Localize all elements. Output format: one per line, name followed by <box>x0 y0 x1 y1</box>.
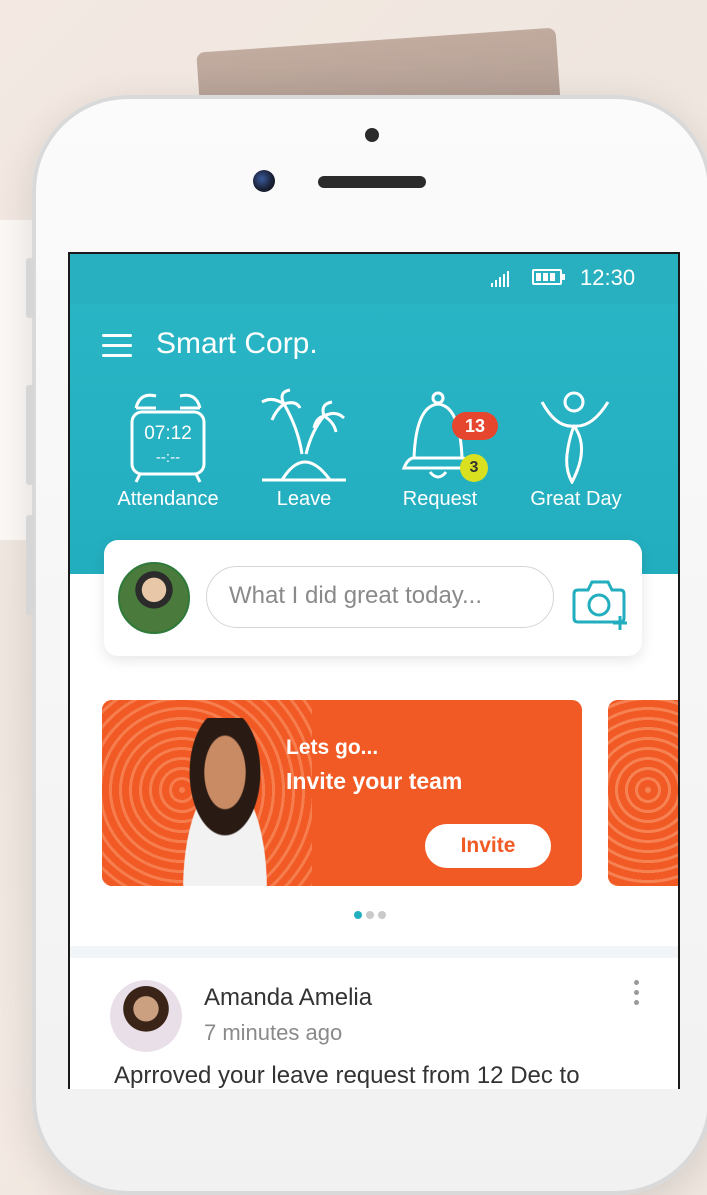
invite-banner[interactable]: Lets go... Invite your team Invite <box>102 700 582 886</box>
status-time: 12:30 <box>580 265 636 290</box>
carousel-dot[interactable] <box>354 911 362 919</box>
avatar[interactable] <box>110 980 182 1052</box>
app-screen: 12:30 Smart Corp. 07:12 --:-- Attendance <box>68 252 680 1089</box>
quick-action-great-day[interactable]: Great Day <box>506 388 646 511</box>
palm-tree-island-icon <box>261 388 346 482</box>
section-divider <box>70 946 678 958</box>
quick-action-leave[interactable]: Leave <box>234 388 374 511</box>
phone-volume-down <box>26 515 34 615</box>
quick-action-label: Great Day <box>530 488 622 510</box>
battery-icon <box>532 269 565 285</box>
phone-volume-up <box>26 385 34 485</box>
carousel-dot[interactable] <box>366 911 374 919</box>
phone-mute-switch <box>26 258 34 318</box>
banner-line2: Invite your team <box>286 768 463 794</box>
hamburger-menu-icon[interactable] <box>102 334 132 357</box>
more-options-icon[interactable] <box>634 980 640 1010</box>
quick-action-label: Request <box>402 488 478 510</box>
request-badge-count: 13 <box>452 412 498 440</box>
clock-time: 07:12 <box>144 423 192 444</box>
alarm-clock-icon: 07:12 --:-- <box>130 393 206 483</box>
front-camera <box>253 170 275 192</box>
feed-time: 7 minutes ago <box>204 1020 343 1045</box>
status-post-card: What I did great today... <box>104 540 642 656</box>
carousel-indicator <box>354 911 386 919</box>
avatar[interactable] <box>118 562 190 634</box>
quick-action-request[interactable]: Request <box>370 388 510 511</box>
phone-sensor <box>365 128 379 142</box>
quick-action-attendance[interactable]: 07:12 --:-- Attendance <box>98 388 238 511</box>
request-badge-pending: 3 <box>460 454 488 482</box>
clock-sub: --:-- <box>156 449 180 466</box>
status-bar: 12:30 <box>70 254 678 304</box>
feed-text: Aprroved your leave request from 12 Dec … <box>114 1062 580 1089</box>
banner-photo <box>160 718 290 886</box>
mandala-pattern <box>608 700 678 886</box>
status-input[interactable]: What I did great today... <box>206 566 554 628</box>
app-title: Smart Corp. <box>156 327 318 360</box>
quick-action-label: Attendance <box>117 488 219 510</box>
cheering-person-icon <box>540 391 610 484</box>
carousel-dot[interactable] <box>378 911 386 919</box>
banner-line1: Lets go... <box>286 736 379 759</box>
app-header: 12:30 Smart Corp. 07:12 --:-- Attendance <box>70 254 678 574</box>
quick-action-label: Leave <box>276 488 332 510</box>
feed-author[interactable]: Amanda Amelia <box>204 984 372 1012</box>
add-photo-icon[interactable] <box>570 570 630 630</box>
invite-button[interactable]: Invite <box>425 824 551 868</box>
signal-icon <box>491 271 509 287</box>
next-banner-peek[interactable] <box>608 700 678 886</box>
phone-speaker <box>318 176 426 188</box>
